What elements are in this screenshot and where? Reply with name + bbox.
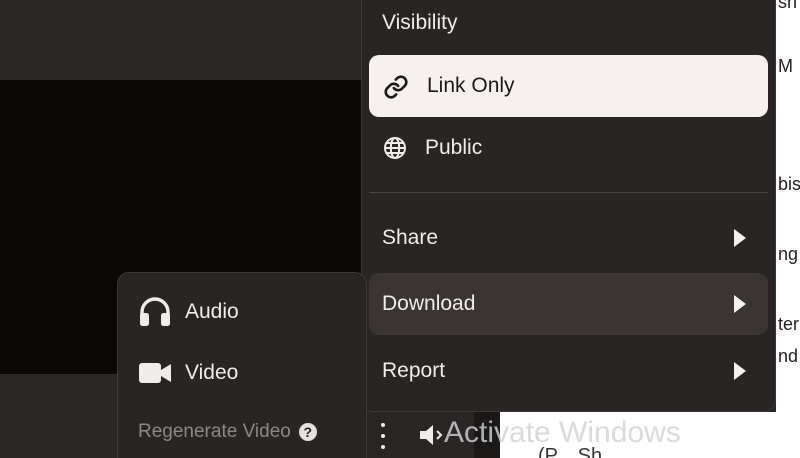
text-fragment: ng [778, 244, 799, 264]
video-camera-icon [139, 363, 171, 383]
activate-windows-watermark: Activate Windows [444, 416, 681, 449]
header-strip [0, 0, 362, 80]
link-icon [384, 75, 408, 99]
dot [381, 423, 385, 427]
download-video-item[interactable]: Video [118, 345, 366, 401]
download-menu-item[interactable]: Download [369, 273, 768, 335]
menu-divider [369, 192, 768, 193]
visibility-option-public[interactable]: Public [369, 117, 768, 179]
dot [381, 445, 385, 449]
regenerate-video-label: Regenerate Video [138, 421, 291, 442]
text-fragment: M [778, 56, 793, 76]
background-page-text: sh M bis ng ter nd [776, 0, 800, 458]
menu-item-label: Share [382, 226, 439, 249]
download-audio-item[interactable]: Audio [118, 284, 366, 340]
report-menu-item[interactable]: Report [369, 340, 768, 402]
chevron-right-icon [734, 362, 746, 380]
download-option-label: Video [185, 361, 239, 384]
globe-icon [384, 137, 406, 159]
visibility-option-label: Link Only [427, 74, 515, 97]
text-fragment: bis [778, 174, 800, 194]
text-fragment: nd [778, 346, 799, 366]
chevron-right-icon [734, 295, 746, 313]
text-fragment: ter [778, 314, 800, 334]
visibility-option-label: Public [425, 136, 483, 159]
headphones-icon [140, 297, 170, 326]
regenerate-video-item[interactable]: Regenerate Video ? [138, 421, 317, 443]
volume-icon[interactable] [419, 424, 445, 446]
options-menu: Visibility Link Only Public Share Downlo… [361, 0, 776, 412]
text-fragment: sh [778, 0, 798, 12]
more-options-icon[interactable] [378, 423, 388, 449]
chevron-right-icon [734, 229, 746, 247]
dot [381, 434, 385, 438]
download-option-label: Audio [185, 300, 239, 323]
menu-item-label: Report [382, 359, 446, 382]
share-menu-item[interactable]: Share [369, 207, 768, 269]
download-submenu: Audio Video Regenerate Video ? [117, 272, 367, 458]
help-icon[interactable]: ? [298, 423, 317, 441]
visibility-label: Visibility [382, 11, 458, 34]
menu-item-label: Download [382, 292, 476, 315]
visibility-option-link-only[interactable]: Link Only [369, 55, 768, 117]
